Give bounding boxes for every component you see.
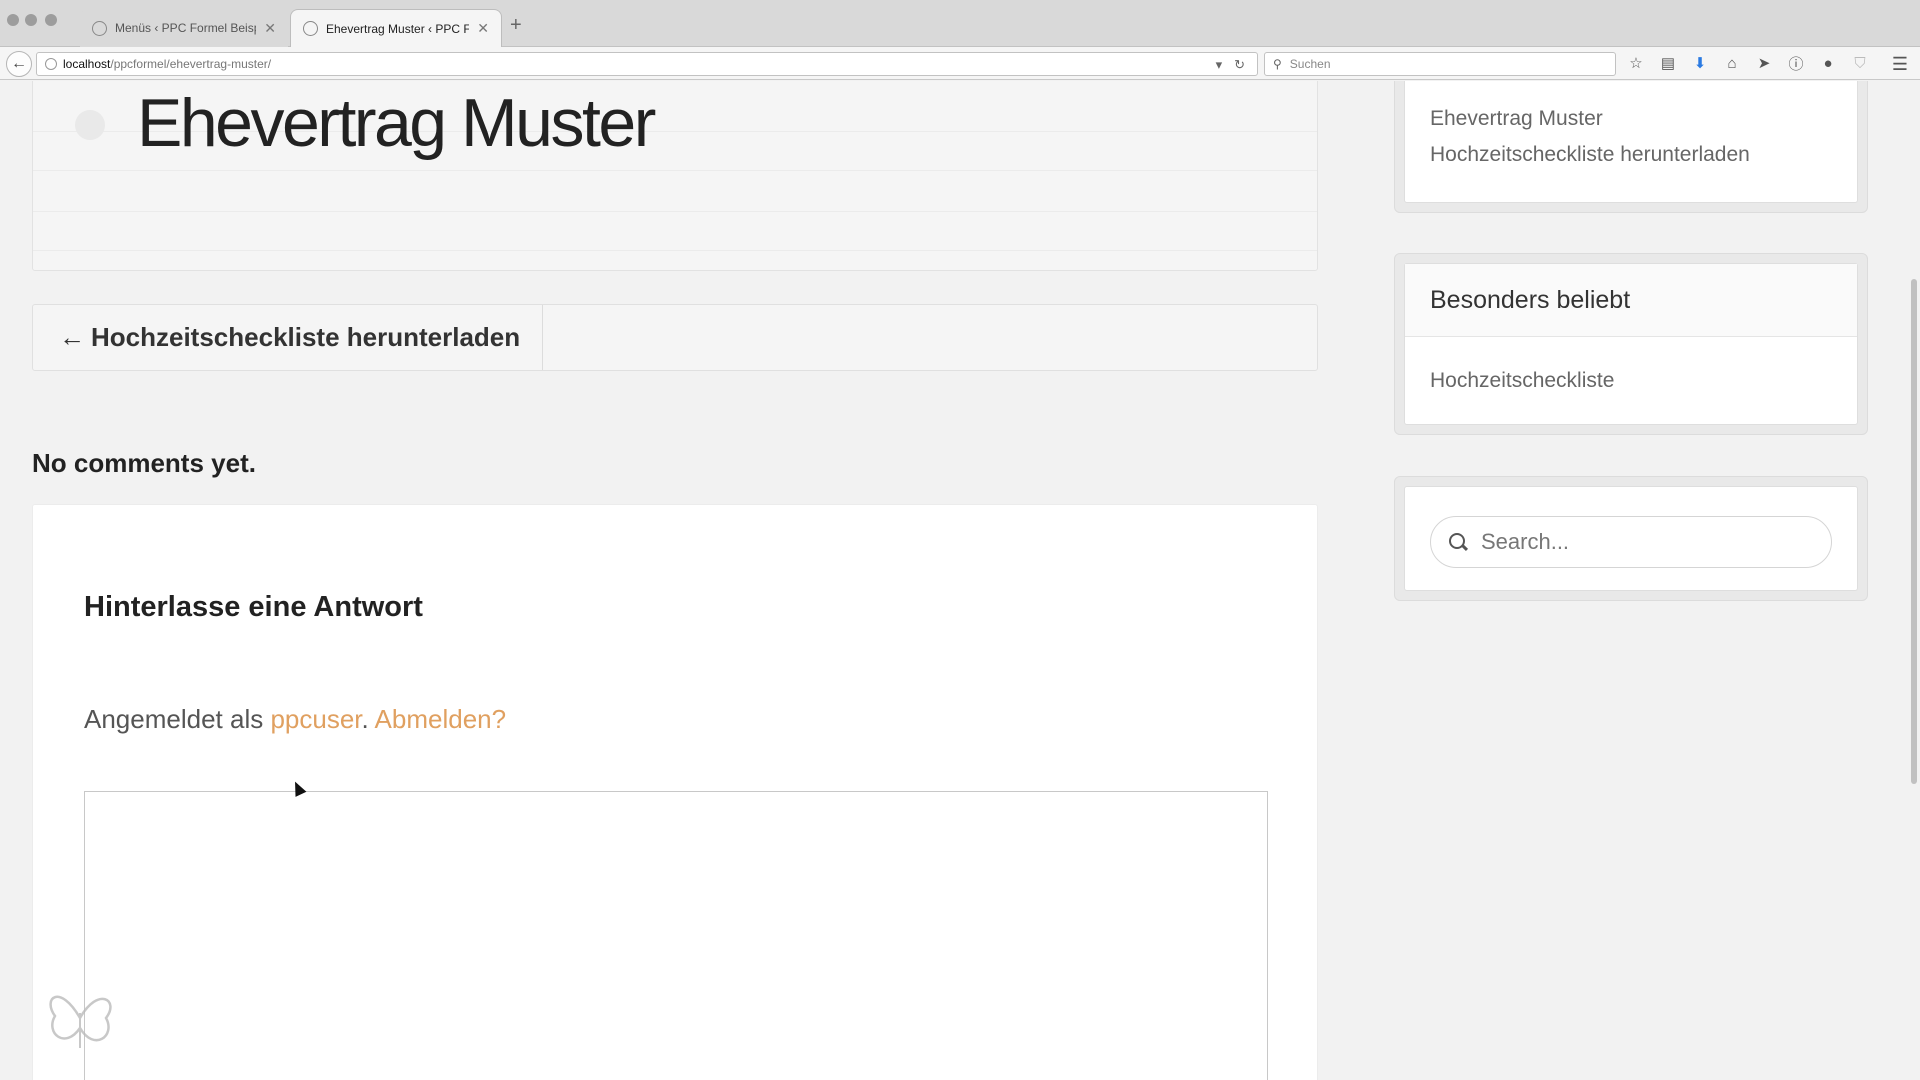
sidebar-search-field[interactable] <box>1430 516 1832 568</box>
previous-post-link[interactable]: ← Hochzeitscheckliste herunterladen <box>33 305 543 370</box>
web-page: Ehevertrag Muster ← Hochzeitscheckliste … <box>0 81 1920 1080</box>
search-placeholder: Suchen <box>1289 57 1331 71</box>
popular-post-link[interactable]: Hochzeitscheckliste <box>1430 369 1614 393</box>
username-link[interactable]: ppcuser <box>270 704 361 734</box>
star-icon[interactable]: ☆ <box>1626 53 1646 73</box>
recent-posts-widget: Ehevertrag Muster Hochzeitscheckliste he… <box>1394 81 1868 213</box>
site-info-icon[interactable] <box>45 58 57 70</box>
search-input[interactable] <box>1481 529 1821 555</box>
recent-post-link[interactable]: Ehevertrag Muster <box>1430 107 1603 131</box>
butterfly-logo-icon <box>49 995 112 1048</box>
url-path: /ppcformel/ehevertrag-muster/ <box>110 57 272 71</box>
left-arrow-icon: ← <box>59 322 85 352</box>
tab-label: Menüs ‹ PPC Formel Beispi… <box>115 21 256 35</box>
window-close-dot[interactable] <box>7 14 19 26</box>
scroll-thumb[interactable] <box>1911 279 1917 784</box>
post-header-card: Ehevertrag Muster <box>32 81 1318 271</box>
logged-in-as: Angemeldet als ppcuser. Abmelden? <box>84 704 506 735</box>
toolbar-icons: ☆ ▤ ⬇ ⌂ ➤ ⓘ ● ⛉ <box>1626 53 1870 73</box>
comment-textarea[interactable] <box>84 791 1268 1080</box>
post-format-icon <box>75 110 105 140</box>
reload-icon[interactable]: ↻ <box>1234 57 1245 73</box>
send-icon[interactable]: ➤ <box>1754 53 1774 73</box>
logged-in-prefix: Angemeldet als <box>84 704 271 734</box>
browser-search-field[interactable]: ⚲ Suchen <box>1264 52 1616 76</box>
download-icon[interactable]: ⬇ <box>1690 53 1710 73</box>
widget-title: Besonders beliebt <box>1405 264 1857 337</box>
hamburger-menu-icon[interactable]: ☰ <box>1890 54 1910 74</box>
tab-label: Ehevertrag Muster ‹ PPC Fo… <box>326 21 470 36</box>
close-icon[interactable]: ✕ <box>264 20 276 37</box>
scrollbar[interactable] <box>1908 81 1920 1080</box>
search-icon <box>1449 533 1467 551</box>
close-icon[interactable]: ✕ <box>477 20 489 37</box>
logout-link[interactable]: Abmelden? <box>375 704 507 734</box>
plus-icon[interactable]: + <box>510 14 522 37</box>
reply-title: Hinterlasse eine Antwort <box>84 591 423 623</box>
tab-bar: Menüs ‹ PPC Formel Beispi… ✕ Ehevertrag … <box>0 0 1920 47</box>
window-minimize-dot[interactable] <box>25 14 37 26</box>
tab-menus[interactable]: Menüs ‹ PPC Formel Beispi… ✕ <box>80 9 288 47</box>
comment-form: Hinterlasse eine Antwort Angemeldet als … <box>32 504 1318 1080</box>
previous-post-label: Hochzeitscheckliste herunterladen <box>91 322 521 352</box>
dropdown-icon[interactable]: ▾ <box>1216 57 1223 73</box>
reading-list-icon[interactable]: ▤ <box>1658 53 1678 73</box>
chat-icon[interactable]: ● <box>1818 53 1838 73</box>
recent-post-link[interactable]: Hochzeitscheckliste herunterladen <box>1430 143 1750 167</box>
tab-ehevertrag[interactable]: Ehevertrag Muster ‹ PPC Fo… ✕ <box>290 9 502 47</box>
globe-icon <box>303 21 318 36</box>
post-navigation: ← Hochzeitscheckliste herunterladen <box>32 304 1318 371</box>
search-icon: ⚲ <box>1273 57 1282 71</box>
separator: . <box>361 704 375 734</box>
url-host: localhost <box>63 57 111 71</box>
no-comments-heading: No comments yet. <box>32 448 256 478</box>
back-arrow-icon[interactable]: ← <box>6 51 32 77</box>
popular-posts-widget: Besonders beliebt Hochzeitscheckliste <box>1394 253 1868 435</box>
home-icon[interactable]: ⌂ <box>1722 53 1742 73</box>
window-zoom-dot[interactable] <box>45 14 57 26</box>
navigation-bar: ← localhost/ppcformel/ehevertrag-muster/… <box>0 47 1920 80</box>
page-title: Ehevertrag Muster <box>137 85 656 161</box>
url-bar[interactable]: localhost/ppcformel/ehevertrag-muster/ ▾… <box>36 52 1258 76</box>
info-icon[interactable]: ⓘ <box>1786 53 1806 73</box>
shield-icon[interactable]: ⛉ <box>1850 53 1870 73</box>
search-widget <box>1394 476 1868 601</box>
globe-icon <box>92 20 107 36</box>
